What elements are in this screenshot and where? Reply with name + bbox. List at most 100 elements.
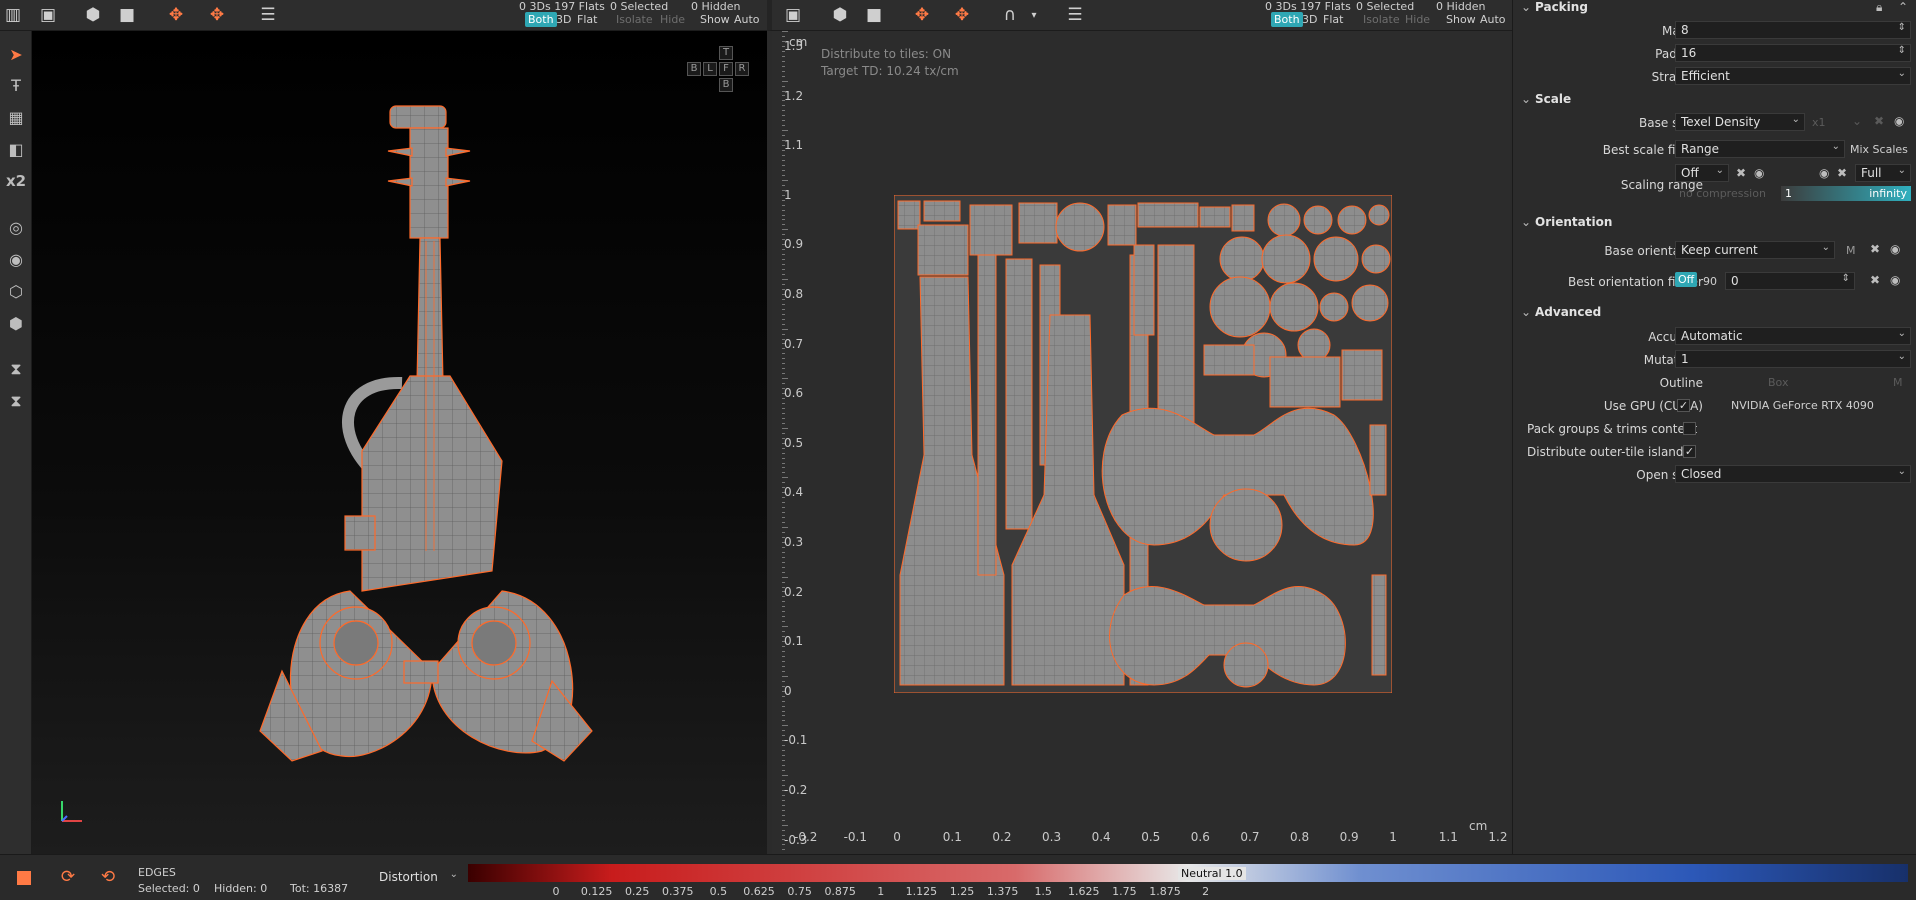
chevron-up-icon[interactable]: ⌃	[1898, 0, 1908, 14]
close-icon[interactable]: ✖	[1870, 273, 1880, 287]
close-icon[interactable]: ✖	[1736, 166, 1746, 180]
scale-x2-icon[interactable]: x2	[3, 168, 29, 194]
gizmo-icon[interactable]: ✥	[204, 3, 230, 27]
mutations-select[interactable]: 1 ⌄	[1675, 350, 1911, 368]
settings-sliders-icon[interactable]: ☰	[1062, 3, 1088, 27]
settings-sliders-icon[interactable]: ☰	[255, 3, 281, 27]
viewport-3d[interactable]: T B L F R B	[32, 31, 767, 854]
eye-icon[interactable]: ◉	[1890, 273, 1900, 287]
use-gpu-checkbox[interactable]: ✓	[1677, 399, 1690, 412]
packing-section-header[interactable]: ⌄ Packing	[1521, 0, 1588, 14]
strategy-select[interactable]: Efficient ⌄	[1675, 67, 1911, 85]
ruler-mark	[782, 670, 785, 672]
metric-select[interactable]: Distortion ⌄	[373, 868, 463, 886]
square-icon[interactable]: ■	[114, 3, 140, 27]
guitar-model[interactable]	[32, 31, 767, 854]
ruler-mark	[782, 710, 785, 712]
cube-icon[interactable]: ⬢	[80, 3, 106, 27]
ruler-mark	[782, 70, 785, 72]
pack-groups-checkbox[interactable]	[1683, 422, 1696, 435]
orientation-ninety-toggle[interactable]: 90	[1703, 275, 1717, 288]
chevron-down-icon[interactable]: ▾	[1021, 3, 1047, 27]
scaling-range-min-value: Off	[1681, 166, 1699, 180]
advanced-section-header[interactable]: ⌄ Advanced	[1521, 305, 1601, 319]
open-sides-select[interactable]: Closed ⌄	[1675, 465, 1911, 483]
close-icon[interactable]: ✖	[1870, 242, 1880, 256]
scale-section-header[interactable]: ⌄ Scale	[1521, 92, 1571, 106]
mode-flat-button[interactable]: Flat	[574, 12, 600, 27]
mode-3d-button[interactable]: 3D	[553, 12, 574, 27]
frame-icon[interactable]: ▣	[35, 3, 61, 27]
orientation-section-header[interactable]: ⌄ Orientation	[1521, 215, 1612, 229]
orientation-off-toggle[interactable]: Off	[1675, 272, 1698, 287]
eye-icon[interactable]: ◉	[1819, 166, 1829, 180]
stop-icon[interactable]	[17, 871, 31, 885]
mix-scales-button[interactable]: Mix Scales	[1850, 143, 1908, 156]
hexagon-filled-icon[interactable]: ⬢	[3, 310, 29, 336]
margin-field[interactable]: 8 ⇕	[1675, 21, 1911, 39]
mirror-grid-icon[interactable]: ⧗	[3, 388, 29, 414]
mode-3d-button[interactable]: 3D	[1299, 12, 1320, 27]
padding-field[interactable]: 16 ⇕	[1675, 44, 1911, 62]
orientation-m-button[interactable]: M	[1846, 244, 1856, 257]
close-icon[interactable]: ✖	[1837, 166, 1847, 180]
chevron-down-icon[interactable]: ⌄	[1852, 114, 1862, 128]
orientation-angle-field[interactable]: 0 ⇕	[1725, 272, 1855, 290]
outline-m-button[interactable]: M	[1893, 376, 1903, 389]
ruler-tick-h: 0.4	[1091, 830, 1111, 844]
transform-text-icon[interactable]: Ŧ	[3, 72, 29, 98]
scaling-range-min-select[interactable]: Off ⌄	[1675, 164, 1729, 182]
layout-icon[interactable]: ▥	[0, 3, 26, 27]
eye-icon[interactable]: ◉	[1754, 166, 1764, 180]
best-scale-finder-select[interactable]: Range ⌄	[1675, 140, 1845, 158]
hide-button[interactable]: Hide	[657, 12, 688, 27]
mode-both-button[interactable]: Both	[1271, 12, 1303, 27]
ruler-mark	[782, 527, 788, 528]
mirror-tool-icon[interactable]: ⧗	[3, 356, 29, 382]
ruler-mark	[782, 417, 785, 419]
outline-box-button[interactable]: Box	[1768, 376, 1788, 389]
frame-icon[interactable]: ▣	[780, 3, 806, 27]
pin-tool-icon[interactable]: ◉	[3, 246, 29, 272]
isolate-button[interactable]: Isolate	[1360, 12, 1403, 27]
isolate-button[interactable]: Isolate	[613, 12, 656, 27]
square-icon[interactable]: ■	[861, 3, 887, 27]
distribute-outer-checkbox[interactable]: ✓	[1683, 445, 1696, 458]
refresh-icon[interactable]: ⟳	[55, 865, 81, 889]
mesh-tool-icon[interactable]: ◧	[3, 136, 29, 162]
chevron-down-icon: ⌄	[1791, 114, 1800, 125]
mode-flat-button[interactable]: Flat	[1320, 12, 1346, 27]
base-scale-select[interactable]: Texel Density ⌄	[1675, 113, 1805, 131]
eye-icon[interactable]: ◉	[1890, 242, 1900, 256]
magnet-icon[interactable]: ∩	[997, 3, 1023, 27]
lock-icon[interactable]: 🔒︎	[1876, 0, 1882, 15]
close-icon[interactable]: ✖	[1874, 114, 1884, 128]
ruler-mark	[782, 651, 785, 652]
gizmo-icon[interactable]: ✥	[949, 3, 975, 27]
scaling-range-slider[interactable]: 1 infinity	[1781, 186, 1911, 201]
ruler-tick-v: 0.8	[784, 287, 804, 301]
target-tool-icon[interactable]: ◎	[3, 214, 29, 240]
uv-tile[interactable]	[894, 195, 1392, 693]
cube-outline-icon[interactable]: ⬡	[3, 278, 29, 304]
base-scale-multiplier[interactable]: x1	[1812, 116, 1826, 129]
cube-icon[interactable]: ⬢	[827, 3, 853, 27]
show-button[interactable]: Show	[1443, 12, 1479, 27]
auto-button[interactable]: Auto	[1477, 12, 1509, 27]
accuracy-select[interactable]: Automatic ⌄	[1675, 327, 1911, 345]
mode-both-button[interactable]: Both	[525, 12, 557, 27]
selection-mode: EDGES	[138, 866, 176, 879]
move-icon[interactable]: ✥	[909, 3, 935, 27]
hide-button[interactable]: Hide	[1402, 12, 1433, 27]
show-button[interactable]: Show	[697, 12, 733, 27]
base-orientation-select[interactable]: Keep current ⌄	[1675, 241, 1835, 259]
unit-label-h: cm	[1469, 819, 1488, 833]
select-arrow-icon[interactable]: ➤	[3, 41, 29, 67]
scaling-range-max-select[interactable]: Full ⌄	[1855, 164, 1911, 182]
grid-tool-icon[interactable]: ▦	[3, 104, 29, 130]
eye-icon[interactable]: ◉	[1894, 114, 1904, 128]
move-icon[interactable]: ✥	[163, 3, 189, 27]
refresh-two-icon[interactable]: ⟲	[95, 865, 121, 889]
auto-button[interactable]: Auto	[731, 12, 763, 27]
viewport-uv[interactable]: Distribute to tiles: ON Target TD: 10.24…	[772, 31, 1510, 854]
